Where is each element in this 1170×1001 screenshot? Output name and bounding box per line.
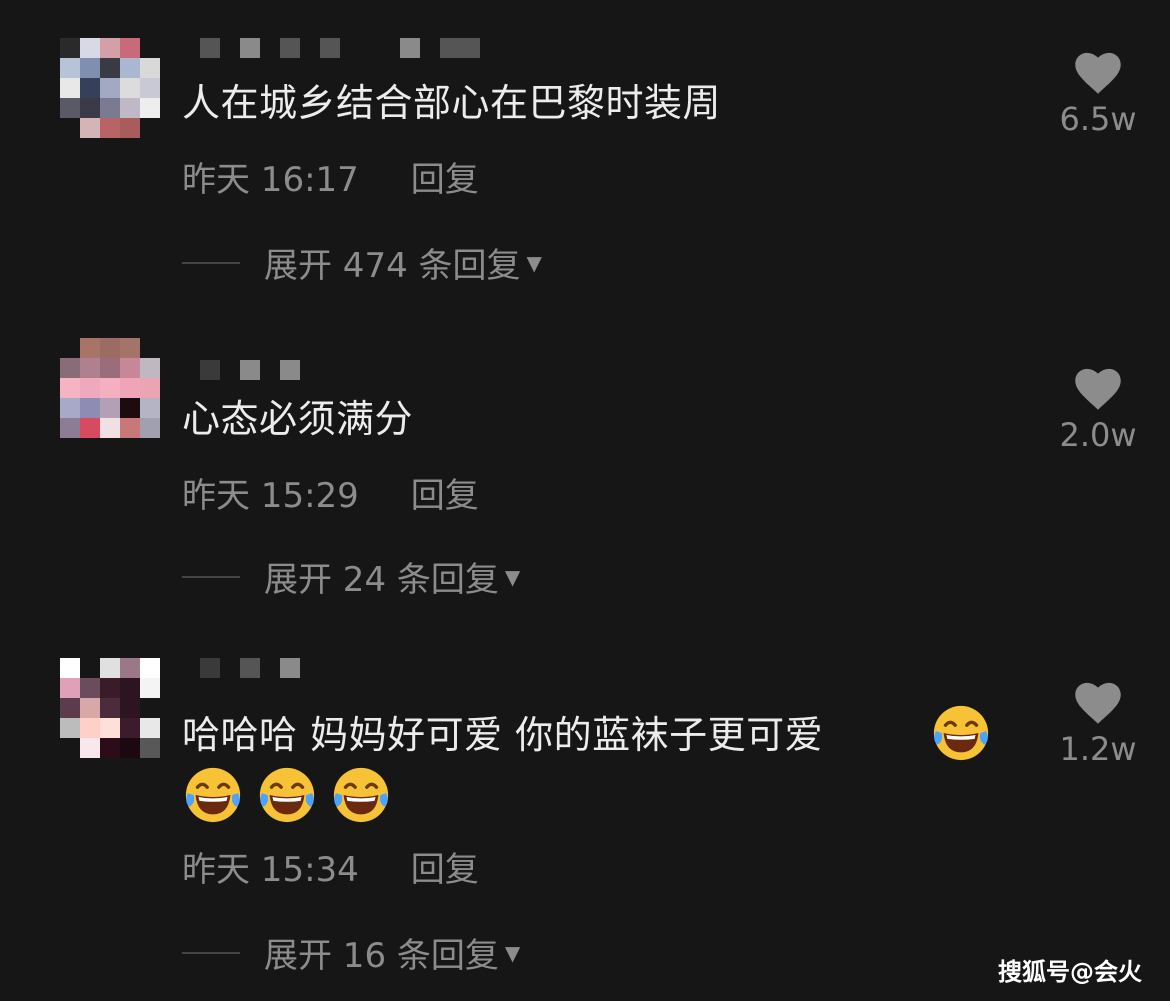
divider-line [182,951,240,954]
username-blurred[interactable] [200,38,480,58]
expand-replies-button[interactable]: 展开 474 条回复 ▼ [182,238,542,287]
expand-replies-button[interactable]: 展开 24 条回复 ▼ [182,552,520,601]
face-with-tears-of-joy-emoji [182,764,244,826]
comment-text: 人在城乡结合部心在巴黎时装周 [182,81,722,125]
comment-text: 哈哈哈 妈妈好可爱 你的蓝袜子更可爱 [182,704,1022,766]
reply-button[interactable]: 回复 [411,842,479,891]
heart-icon [1075,368,1121,410]
face-with-tears-of-joy-emoji [930,702,992,764]
comment-time: 昨天 15:34 [182,850,359,890]
avatar[interactable] [60,38,160,138]
expand-replies-label: 展开 16 条回复 [264,936,499,976]
comment-meta: 昨天 15:34 回复 [182,842,479,891]
username-blurred[interactable] [200,360,300,380]
like-count: 6.5w [1059,100,1137,138]
caret-down-icon: ▼ [526,250,542,275]
divider-line [182,575,240,578]
like-count: 1.2w [1059,730,1137,768]
comment-text: 心态必须满分 [182,397,414,441]
avatar[interactable] [60,338,160,438]
like-button[interactable]: 6.5w [1050,46,1146,138]
emoji-row [930,702,1004,764]
heart-icon [1075,52,1121,94]
like-button[interactable]: 1.2w [1050,676,1146,768]
emoji-row [182,764,404,826]
avatar[interactable] [60,658,160,758]
comment-text-body: 哈哈哈 妈妈好可爱 你的蓝袜子更可爱 [182,713,824,757]
comment-time: 昨天 16:17 [182,160,359,200]
comment-meta: 昨天 16:17 回复 [182,152,479,201]
comment-meta: 昨天 15:29 回复 [182,468,479,517]
caret-down-icon: ▼ [504,940,521,965]
divider-line [182,261,240,264]
heart-icon [1075,682,1121,724]
expand-replies-button[interactable]: 展开 16 条回复 ▼ [182,928,520,977]
like-count: 2.0w [1059,416,1137,454]
watermark: 搜狐号@会火 [998,958,1142,986]
expand-replies-label: 展开 474 条回复 [264,246,521,286]
comment-time: 昨天 15:29 [182,476,359,516]
caret-down-icon: ▼ [504,564,521,589]
face-with-tears-of-joy-emoji [330,764,392,826]
like-button[interactable]: 2.0w [1050,362,1146,454]
reply-button[interactable]: 回复 [411,468,479,517]
face-with-tears-of-joy-emoji [256,764,318,826]
reply-button[interactable]: 回复 [411,152,479,201]
expand-replies-label: 展开 24 条回复 [264,560,499,600]
username-blurred[interactable] [200,658,300,678]
